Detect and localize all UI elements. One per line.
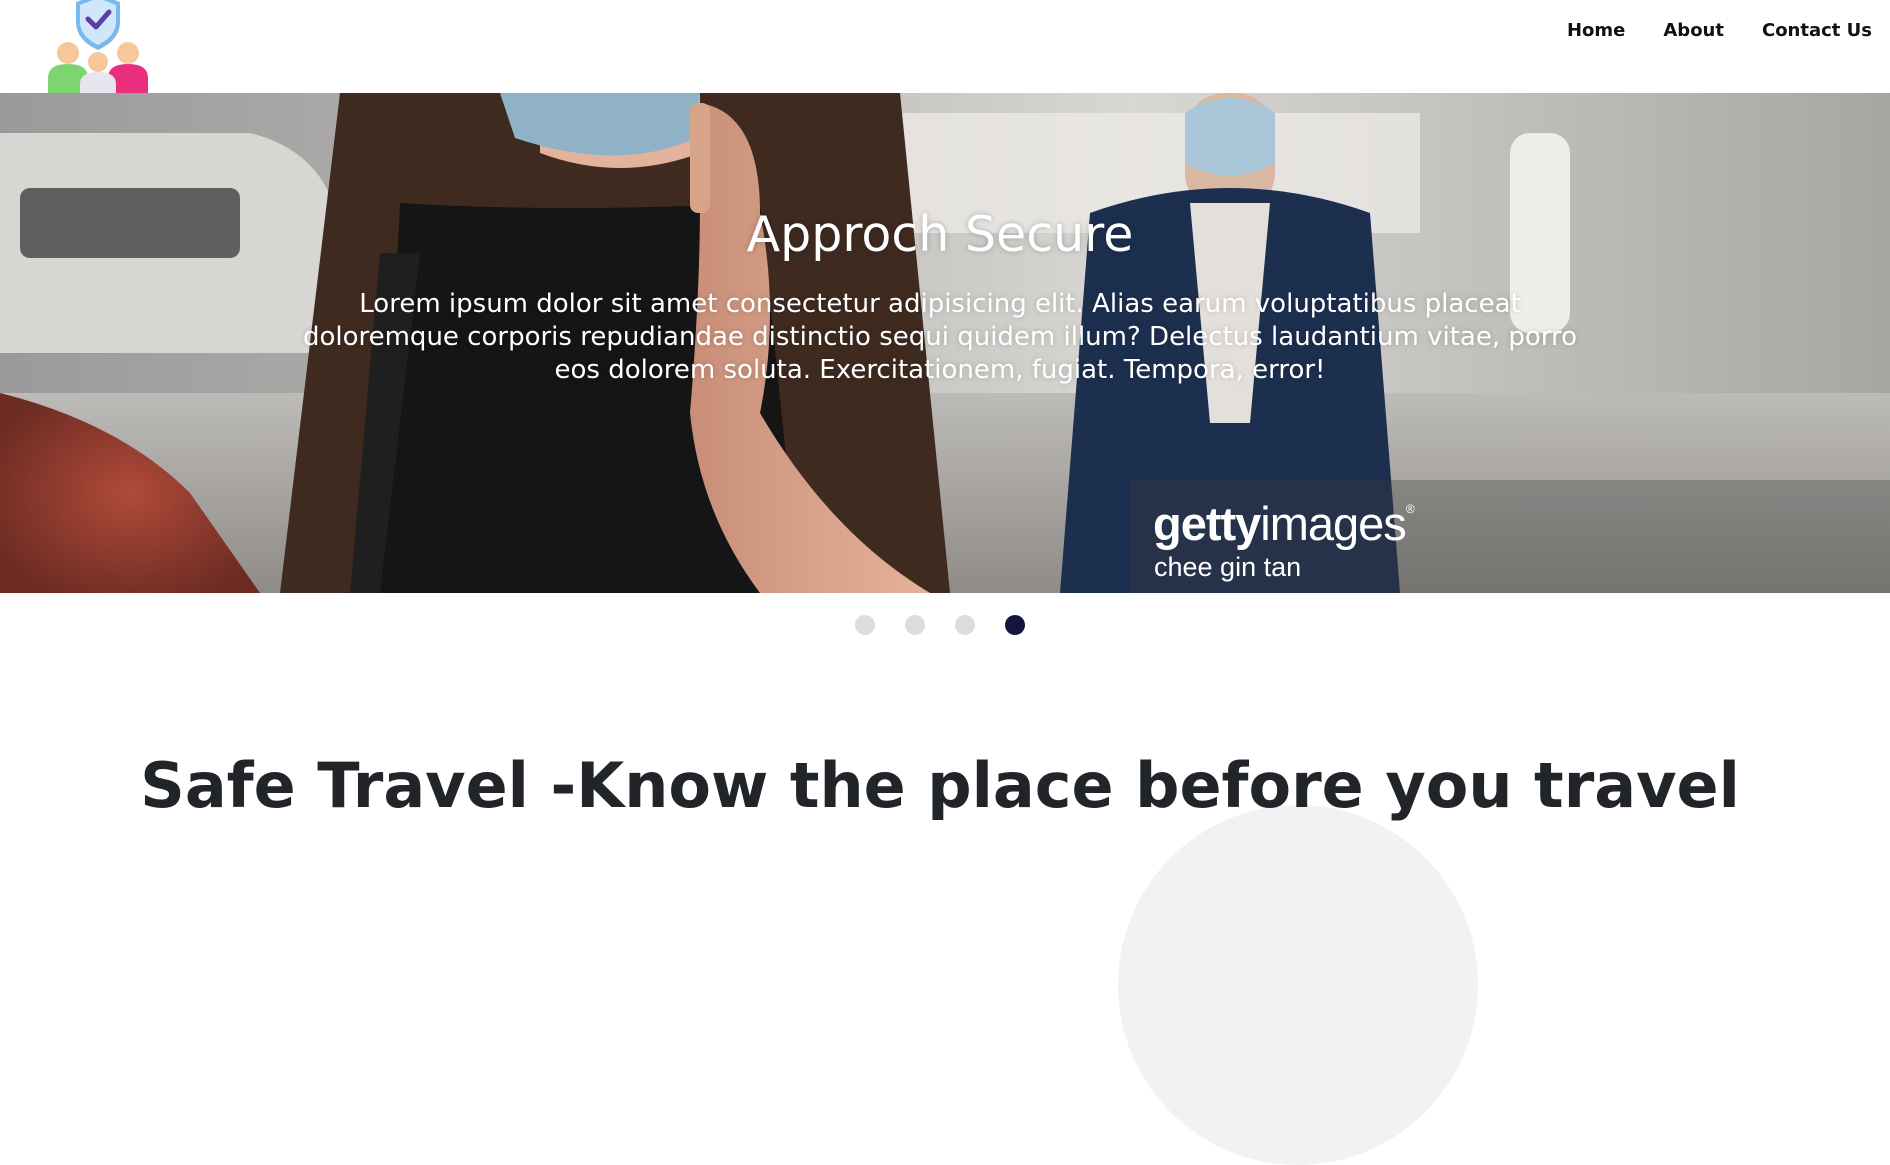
hero-carousel[interactable]: Approch Secure Lorem ipsum dolor sit ame… — [0, 93, 1890, 593]
nav-home-link[interactable]: Home — [1567, 20, 1625, 41]
watermark-brand-bold: getty — [1153, 497, 1261, 550]
carousel-indicator-3[interactable] — [955, 615, 975, 635]
watermark-registered: ® — [1405, 502, 1415, 516]
navbar: Home About Contact Us — [0, 0, 1890, 93]
logo-icon[interactable] — [46, 0, 150, 93]
carousel-indicators — [855, 615, 1025, 635]
watermark-brand-light: images — [1260, 497, 1407, 550]
getty-watermark: gettyimages® chee gin tan — [1130, 480, 1890, 593]
background-decoration — [1118, 805, 1478, 1165]
watermark-brand: gettyimages® — [1153, 496, 1415, 551]
nav-contact-link[interactable]: Contact Us — [1762, 20, 1872, 41]
section-heading: Safe Travel -Know the place before you t… — [140, 748, 1740, 822]
nav-links: Home About Contact Us — [1567, 20, 1872, 41]
carousel-title: Approch Secure — [746, 206, 1134, 263]
watermark-credit: chee gin tan — [1154, 552, 1302, 582]
carousel-indicator-1[interactable] — [855, 615, 875, 635]
carousel-text: Lorem ipsum dolor sit amet consectetur a… — [302, 289, 1578, 385]
carousel-indicator-2[interactable] — [905, 615, 925, 635]
carousel-indicator-4[interactable] — [1005, 615, 1025, 635]
nav-about-link[interactable]: About — [1663, 20, 1724, 41]
